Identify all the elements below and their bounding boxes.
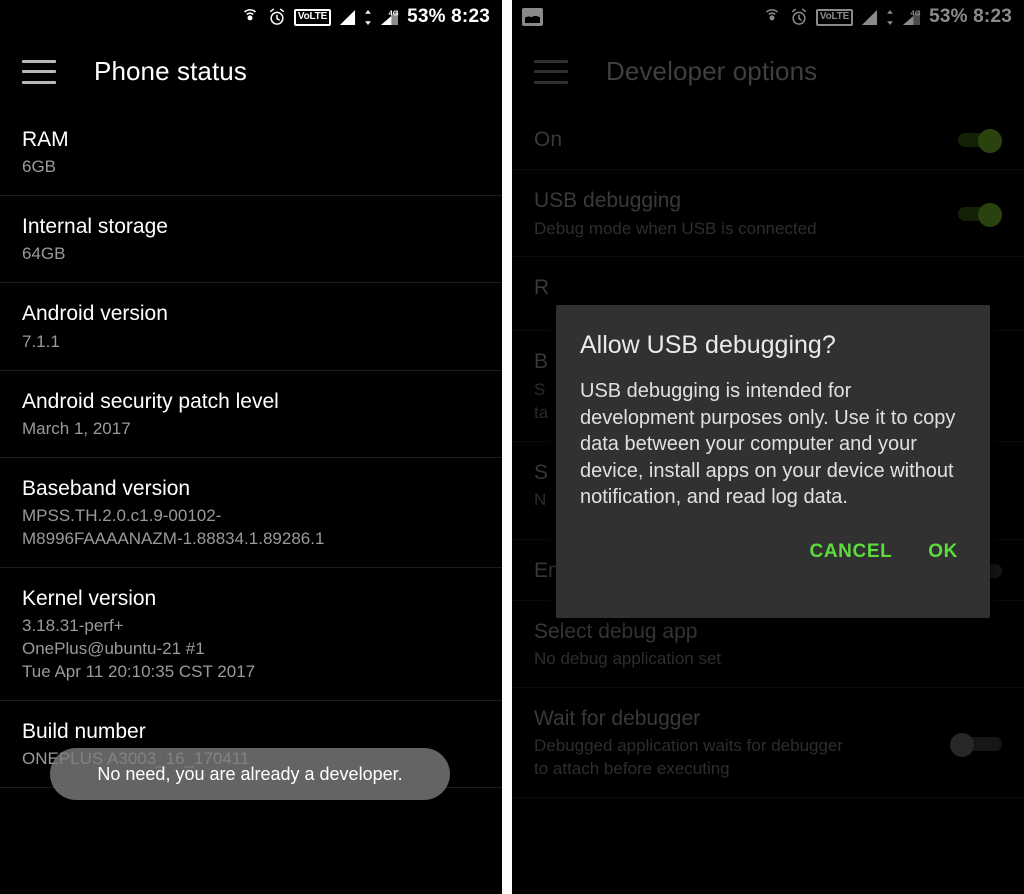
- status-bar-right-icons: VoLTE 4G 53% 8:23: [240, 6, 490, 28]
- list-item-title: Kernel version: [22, 586, 157, 610]
- data-arrows-icon: [365, 9, 371, 25]
- list-item-value: March 1, 2017: [22, 418, 131, 438]
- list-item-title: Android version: [22, 302, 168, 326]
- battery-and-clock: 53% 8:23: [407, 6, 490, 27]
- volte-icon: VoLTE: [293, 8, 332, 26]
- list-item-value: 7.1.1: [22, 331, 60, 351]
- phone-status-list: RAM 6GB Internal storage 64GB Android ve…: [0, 109, 502, 789]
- panel-divider: [502, 0, 512, 894]
- signal-2-icon: 4G: [381, 9, 399, 25]
- dialog-message: USB debugging is intended for developmen…: [580, 380, 956, 509]
- left-phone-panel: VoLTE 4G 53% 8:23 Phone status RAM 6GB I…: [0, 0, 502, 894]
- hotspot-icon: [243, 9, 256, 21]
- ok-button[interactable]: OK: [928, 541, 958, 563]
- list-item-value: MPSS.TH.2.0.c1.9-00102- M8996FAAAANAZM-1…: [22, 506, 325, 548]
- list-item-security-patch-level[interactable]: Android security patch level March 1, 20…: [0, 371, 502, 458]
- list-item-android-version[interactable]: Android version 7.1.1: [0, 283, 502, 371]
- status-bar-left: VoLTE 4G 53% 8:23: [0, 0, 502, 34]
- list-item-kernel-version[interactable]: Kernel version 3.18.31-perf+ OnePlus@ubu…: [0, 568, 502, 701]
- alarm-icon: [269, 8, 284, 25]
- right-phone-panel: VoLTE 4G 53% 8:23 Developer options On U…: [512, 0, 1024, 894]
- list-item-title: Build number: [22, 719, 146, 743]
- toast-text: No need, you are already a developer.: [97, 763, 403, 784]
- list-item-title: Internal storage: [22, 215, 168, 239]
- dual-phone-screenshot: VoLTE 4G 53% 8:23 Phone status RAM 6GB I…: [0, 0, 1024, 894]
- allow-usb-debugging-dialog: Allow USB debugging? USB debugging is in…: [556, 305, 990, 618]
- list-item-baseband-version[interactable]: Baseband version MPSS.TH.2.0.c1.9-00102-…: [0, 458, 502, 568]
- list-item-value: 64GB: [22, 244, 66, 264]
- action-bar-left: Phone status: [0, 34, 502, 109]
- signal-icon: [340, 9, 356, 25]
- list-item-value: 6GB: [22, 157, 57, 177]
- list-item-ram[interactable]: RAM 6GB: [0, 109, 502, 197]
- list-item-title: Android security patch level: [22, 389, 279, 413]
- list-item-title: Baseband version: [22, 476, 191, 500]
- dialog-actions: CANCEL OK: [580, 541, 966, 563]
- dialog-title: Allow USB debugging?: [580, 331, 836, 359]
- network-type-label: 4G: [389, 9, 399, 18]
- toast-message: No need, you are already a developer.: [50, 748, 450, 800]
- list-item-internal-storage[interactable]: Internal storage 64GB: [0, 196, 502, 284]
- volte-label: VoLTE: [297, 11, 328, 22]
- list-item-value: 3.18.31-perf+ OnePlus@ubuntu-21 #1 Tue A…: [22, 616, 256, 681]
- cancel-button[interactable]: CANCEL: [810, 541, 893, 563]
- page-title-left: Phone status: [94, 56, 247, 86]
- list-item-title: RAM: [22, 128, 69, 151]
- hamburger-menu-icon[interactable]: [22, 59, 56, 84]
